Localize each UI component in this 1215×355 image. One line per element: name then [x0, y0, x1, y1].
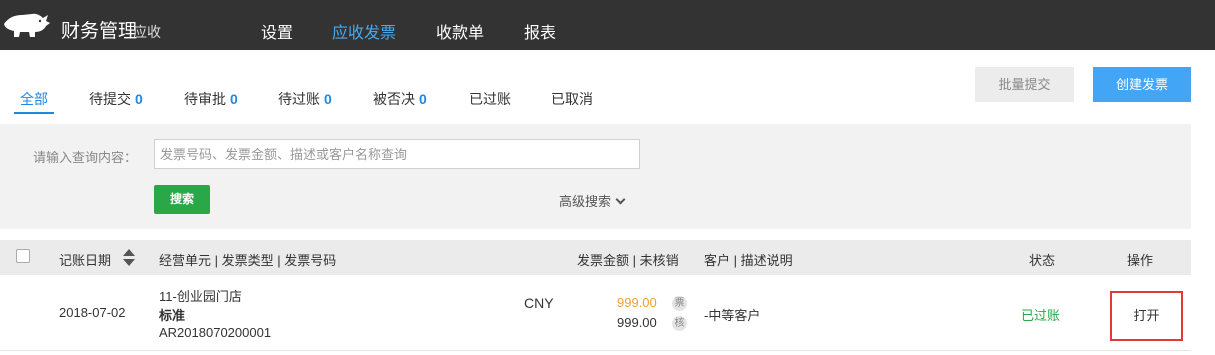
nav-settings[interactable]: 设置	[261, 19, 293, 43]
app-title: 财务管理	[61, 21, 138, 42]
row-unwritten-amount: 999.00	[617, 315, 657, 330]
active-tab-indicator	[14, 112, 54, 114]
search-label: 请输入查询内容：	[33, 150, 138, 165]
table-row: 2018-07-02 11-创业园门店 标准 AR2018070200001 C…	[0, 275, 1191, 351]
tab-label: 已取消	[551, 91, 593, 107]
tab-count: 0	[230, 91, 238, 107]
col-amount: 发票金额 | 未核销	[577, 253, 679, 268]
col-unit-type-number: 经营单元 | 发票类型 | 发票号码	[159, 253, 337, 268]
tab-label: 待提交	[89, 91, 131, 107]
chevron-down-icon	[615, 194, 626, 205]
search-button[interactable]: 搜索	[154, 185, 210, 214]
rhino-logo-icon	[4, 13, 50, 37]
col-action: 操作	[1127, 253, 1154, 268]
table-header: 记账日期 经营单元 | 发票类型 | 发票号码 发票金额 | 未核销 客户 | …	[0, 240, 1191, 275]
tab-label: 待过账	[278, 91, 320, 107]
tab-pending-approval[interactable]: 待审批 0	[184, 89, 238, 109]
row-invoice-type: 标准	[159, 308, 186, 323]
create-invoice-button[interactable]: 创建发票	[1093, 67, 1191, 102]
tab-count: 0	[324, 91, 332, 107]
tab-label: 待审批	[184, 91, 226, 107]
app-subtitle: 应收	[133, 24, 161, 40]
tab-all[interactable]: 全部	[20, 89, 48, 109]
invoice-badge: 票	[672, 296, 687, 311]
tab-count: 0	[419, 91, 427, 107]
tab-rejected[interactable]: 被否决 0	[373, 89, 427, 109]
tab-label: 被否决	[373, 91, 415, 107]
row-customer: -中等客户	[704, 308, 761, 323]
row-invoice-amount: 999.00	[617, 295, 657, 310]
writeoff-badge: 核	[672, 316, 687, 331]
col-date: 记账日期	[59, 253, 112, 268]
tab-posted[interactable]: 已过账	[469, 89, 511, 109]
tab-count: 0	[135, 91, 143, 107]
row-invoice-number: AR2018070200001	[159, 325, 272, 340]
sort-icon[interactable]	[123, 249, 135, 266]
advanced-search-label: 高级搜索	[559, 194, 612, 209]
tab-label: 全部	[20, 91, 48, 107]
open-button[interactable]: 打开	[1110, 291, 1183, 341]
row-date: 2018-07-02	[59, 305, 126, 320]
select-all-checkbox[interactable]	[16, 249, 30, 263]
row-unit: 11-创业园门店	[159, 289, 242, 304]
top-navbar: 财务管理 应收 设置 应收发票 收款单 报表	[0, 0, 1215, 50]
tab-pending-submit[interactable]: 待提交 0	[89, 89, 143, 109]
nav-receipts[interactable]: 收款单	[436, 19, 484, 43]
search-input[interactable]	[154, 139, 640, 169]
tab-cancelled[interactable]: 已取消	[551, 89, 593, 109]
batch-submit-button[interactable]: 批量提交	[975, 67, 1074, 102]
nav-ar-invoices[interactable]: 应收发票	[332, 19, 396, 43]
nav-reports[interactable]: 报表	[524, 19, 556, 43]
tab-label: 已过账	[469, 91, 511, 107]
search-panel: 请输入查询内容： 搜索 高级搜索	[0, 124, 1191, 229]
col-status: 状态	[1029, 253, 1056, 268]
advanced-search-toggle[interactable]: 高级搜索	[559, 191, 626, 210]
col-customer: 客户 | 描述说明	[704, 253, 793, 268]
tab-pending-posting[interactable]: 待过账 0	[278, 89, 332, 109]
status-badge: 已过账	[1021, 308, 1061, 323]
row-currency: CNY	[524, 295, 554, 311]
